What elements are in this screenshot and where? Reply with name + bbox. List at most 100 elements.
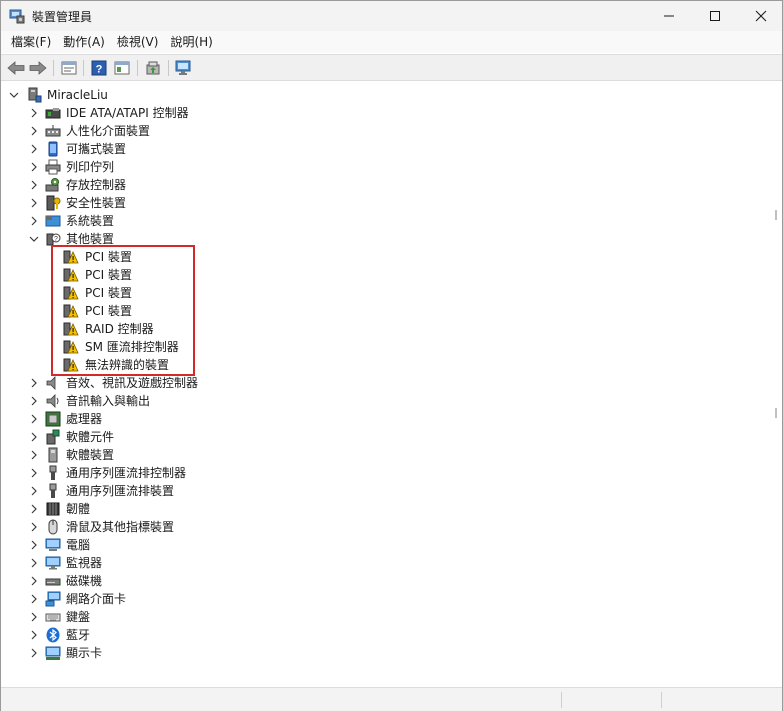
tree-item-disk-drive[interactable]: 磁碟機 bbox=[27, 572, 227, 590]
forward-button[interactable] bbox=[29, 59, 47, 77]
chevron-right-icon[interactable] bbox=[29, 410, 39, 428]
tree-item-security[interactable]: 安全性裝置 bbox=[27, 194, 227, 212]
tree-item-monitor[interactable]: 監視器 bbox=[27, 554, 227, 572]
tree-item-label: 存放控制器 bbox=[66, 178, 127, 192]
maximize-icon bbox=[710, 11, 720, 21]
status-bar-divider bbox=[661, 692, 662, 708]
back-button[interactable] bbox=[7, 59, 25, 77]
chevron-down-icon[interactable] bbox=[29, 230, 39, 248]
tree-item-label: 安全性裝置 bbox=[66, 196, 127, 210]
chevron-right-icon[interactable] bbox=[29, 626, 39, 644]
properties-button[interactable] bbox=[60, 59, 78, 77]
chevron-right-icon[interactable] bbox=[29, 536, 39, 554]
tree-item-processor[interactable]: 處理器 bbox=[27, 410, 227, 428]
chevron-right-icon[interactable] bbox=[29, 122, 39, 140]
chevron-right-icon[interactable] bbox=[29, 500, 39, 518]
chevron-right-icon[interactable] bbox=[29, 482, 39, 500]
tree-item-label: 通用序列匯流排裝置 bbox=[66, 484, 175, 498]
tree-item-system[interactable]: 系統裝置 bbox=[27, 212, 227, 230]
ide-controller-icon bbox=[45, 108, 61, 119]
tree-item-label: 可攜式裝置 bbox=[66, 142, 127, 156]
root-label: MiracleLiu bbox=[47, 88, 108, 102]
close-button[interactable] bbox=[738, 1, 783, 31]
menu-file[interactable]: 檔案(F) bbox=[5, 31, 57, 53]
tree-item-keyboard[interactable]: 鍵盤 bbox=[27, 608, 227, 626]
minimize-button[interactable] bbox=[646, 1, 692, 31]
maximize-button[interactable] bbox=[692, 1, 738, 31]
device-manager-app-icon bbox=[9, 9, 25, 24]
tree-item-portable[interactable]: 可攜式裝置 bbox=[27, 140, 227, 158]
tree-item-hid[interactable]: 人性化介面裝置 bbox=[27, 122, 227, 140]
console-tree-icon bbox=[114, 61, 130, 75]
tree-item-usb-device[interactable]: 通用序列匯流排裝置 bbox=[27, 482, 247, 500]
scan-hardware-button[interactable] bbox=[175, 59, 193, 77]
toolbar-separator bbox=[83, 60, 84, 76]
tree-item-label: 音效、視訊及遊戲控制器 bbox=[66, 376, 199, 390]
menu-help[interactable]: 說明(H) bbox=[164, 31, 218, 53]
tree-item-print-queue[interactable]: 列印佇列 bbox=[27, 158, 227, 176]
tree-item-audio-io[interactable]: 音訊輸入與輸出 bbox=[27, 392, 227, 410]
menu-view[interactable]: 檢視(V) bbox=[111, 31, 165, 53]
title-bar: 裝置管理員 bbox=[1, 1, 782, 31]
tree-item-label: 磁碟機 bbox=[66, 574, 103, 588]
tree-item-storage[interactable]: 存放控制器 bbox=[27, 176, 227, 194]
chevron-right-icon[interactable] bbox=[29, 104, 39, 122]
tree-item-network-adapter[interactable]: 網路介面卡 bbox=[27, 590, 227, 608]
tree-item-computer[interactable]: 電腦 bbox=[27, 536, 227, 554]
tree-item-usb-controller[interactable]: 通用序列匯流排控制器 bbox=[27, 464, 247, 482]
tree-item-ide[interactable]: IDE ATA/ATAPI 控制器 bbox=[27, 104, 227, 122]
tree-item-label: 軟體裝置 bbox=[66, 448, 115, 462]
toolbar-separator bbox=[168, 60, 169, 76]
chevron-right-icon[interactable] bbox=[29, 590, 39, 608]
tree-item-display-adapter[interactable]: 顯示卡 bbox=[27, 644, 227, 662]
system-device-icon bbox=[45, 215, 61, 227]
tree-item-label: 軟體元件 bbox=[66, 430, 115, 444]
chevron-right-icon[interactable] bbox=[29, 176, 39, 194]
chevron-right-icon[interactable] bbox=[29, 392, 39, 410]
chevron-right-icon[interactable] bbox=[29, 572, 39, 590]
help-button[interactable]: ? bbox=[90, 59, 108, 77]
tree-root[interactable]: MiracleLiu bbox=[7, 86, 167, 104]
tree-item-mouse[interactable]: 滑鼠及其他指標裝置 bbox=[27, 518, 247, 536]
toolbar-separator bbox=[53, 60, 54, 76]
usb-device-icon bbox=[49, 483, 57, 498]
tree-item-label: 韌體 bbox=[66, 502, 91, 516]
console-tree-button[interactable] bbox=[113, 59, 131, 77]
highlight-box bbox=[51, 245, 195, 376]
chevron-right-icon[interactable] bbox=[29, 518, 39, 536]
chevron-right-icon[interactable] bbox=[29, 554, 39, 572]
tree-item-sound[interactable]: 音效、視訊及遊戲控制器 bbox=[27, 374, 227, 392]
chevron-right-icon[interactable] bbox=[29, 158, 39, 176]
chevron-right-icon[interactable] bbox=[29, 140, 39, 158]
sound-icon bbox=[46, 376, 56, 390]
chevron-right-icon[interactable] bbox=[29, 608, 39, 626]
update-driver-icon bbox=[146, 61, 160, 75]
chevron-right-icon[interactable] bbox=[29, 446, 39, 464]
tree-item-software-component[interactable]: 軟體元件 bbox=[27, 428, 227, 446]
chevron-right-icon[interactable] bbox=[29, 374, 39, 392]
chevron-right-icon[interactable] bbox=[29, 194, 39, 212]
tree-item-firmware[interactable]: 韌體 bbox=[27, 500, 227, 518]
menu-bar: 檔案(F) 動作(A) 檢視(V) 說明(H) bbox=[1, 31, 782, 53]
usb-controller-icon bbox=[49, 465, 57, 480]
network-adapter-icon bbox=[45, 591, 61, 607]
menu-action[interactable]: 動作(A) bbox=[57, 31, 111, 53]
tree-item-label: 藍牙 bbox=[66, 628, 91, 642]
chevron-right-icon[interactable] bbox=[29, 212, 39, 230]
chevron-right-icon[interactable] bbox=[29, 644, 39, 662]
tree-item-label: 音訊輸入與輸出 bbox=[66, 394, 151, 408]
bluetooth-icon bbox=[46, 627, 60, 643]
scrollbar-indicator bbox=[775, 408, 777, 418]
device-tree[interactable]: MiracleLiu IDE ATA/ATAPI 控制器 人性化介面裝置 可攜式… bbox=[1, 83, 782, 687]
tree-item-bluetooth[interactable]: 藍牙 bbox=[27, 626, 227, 644]
scan-hardware-icon bbox=[175, 60, 191, 75]
processor-icon bbox=[45, 411, 61, 427]
window-title: 裝置管理員 bbox=[32, 10, 93, 24]
chevron-down-icon[interactable] bbox=[9, 86, 19, 104]
tree-item-label: 通用序列匯流排控制器 bbox=[66, 466, 187, 480]
update-driver-button[interactable] bbox=[144, 59, 162, 77]
tree-item-software-device[interactable]: 軟體裝置 bbox=[27, 446, 227, 464]
chevron-right-icon[interactable] bbox=[29, 428, 39, 446]
tree-item-label: 人性化介面裝置 bbox=[66, 124, 151, 138]
chevron-right-icon[interactable] bbox=[29, 464, 39, 482]
